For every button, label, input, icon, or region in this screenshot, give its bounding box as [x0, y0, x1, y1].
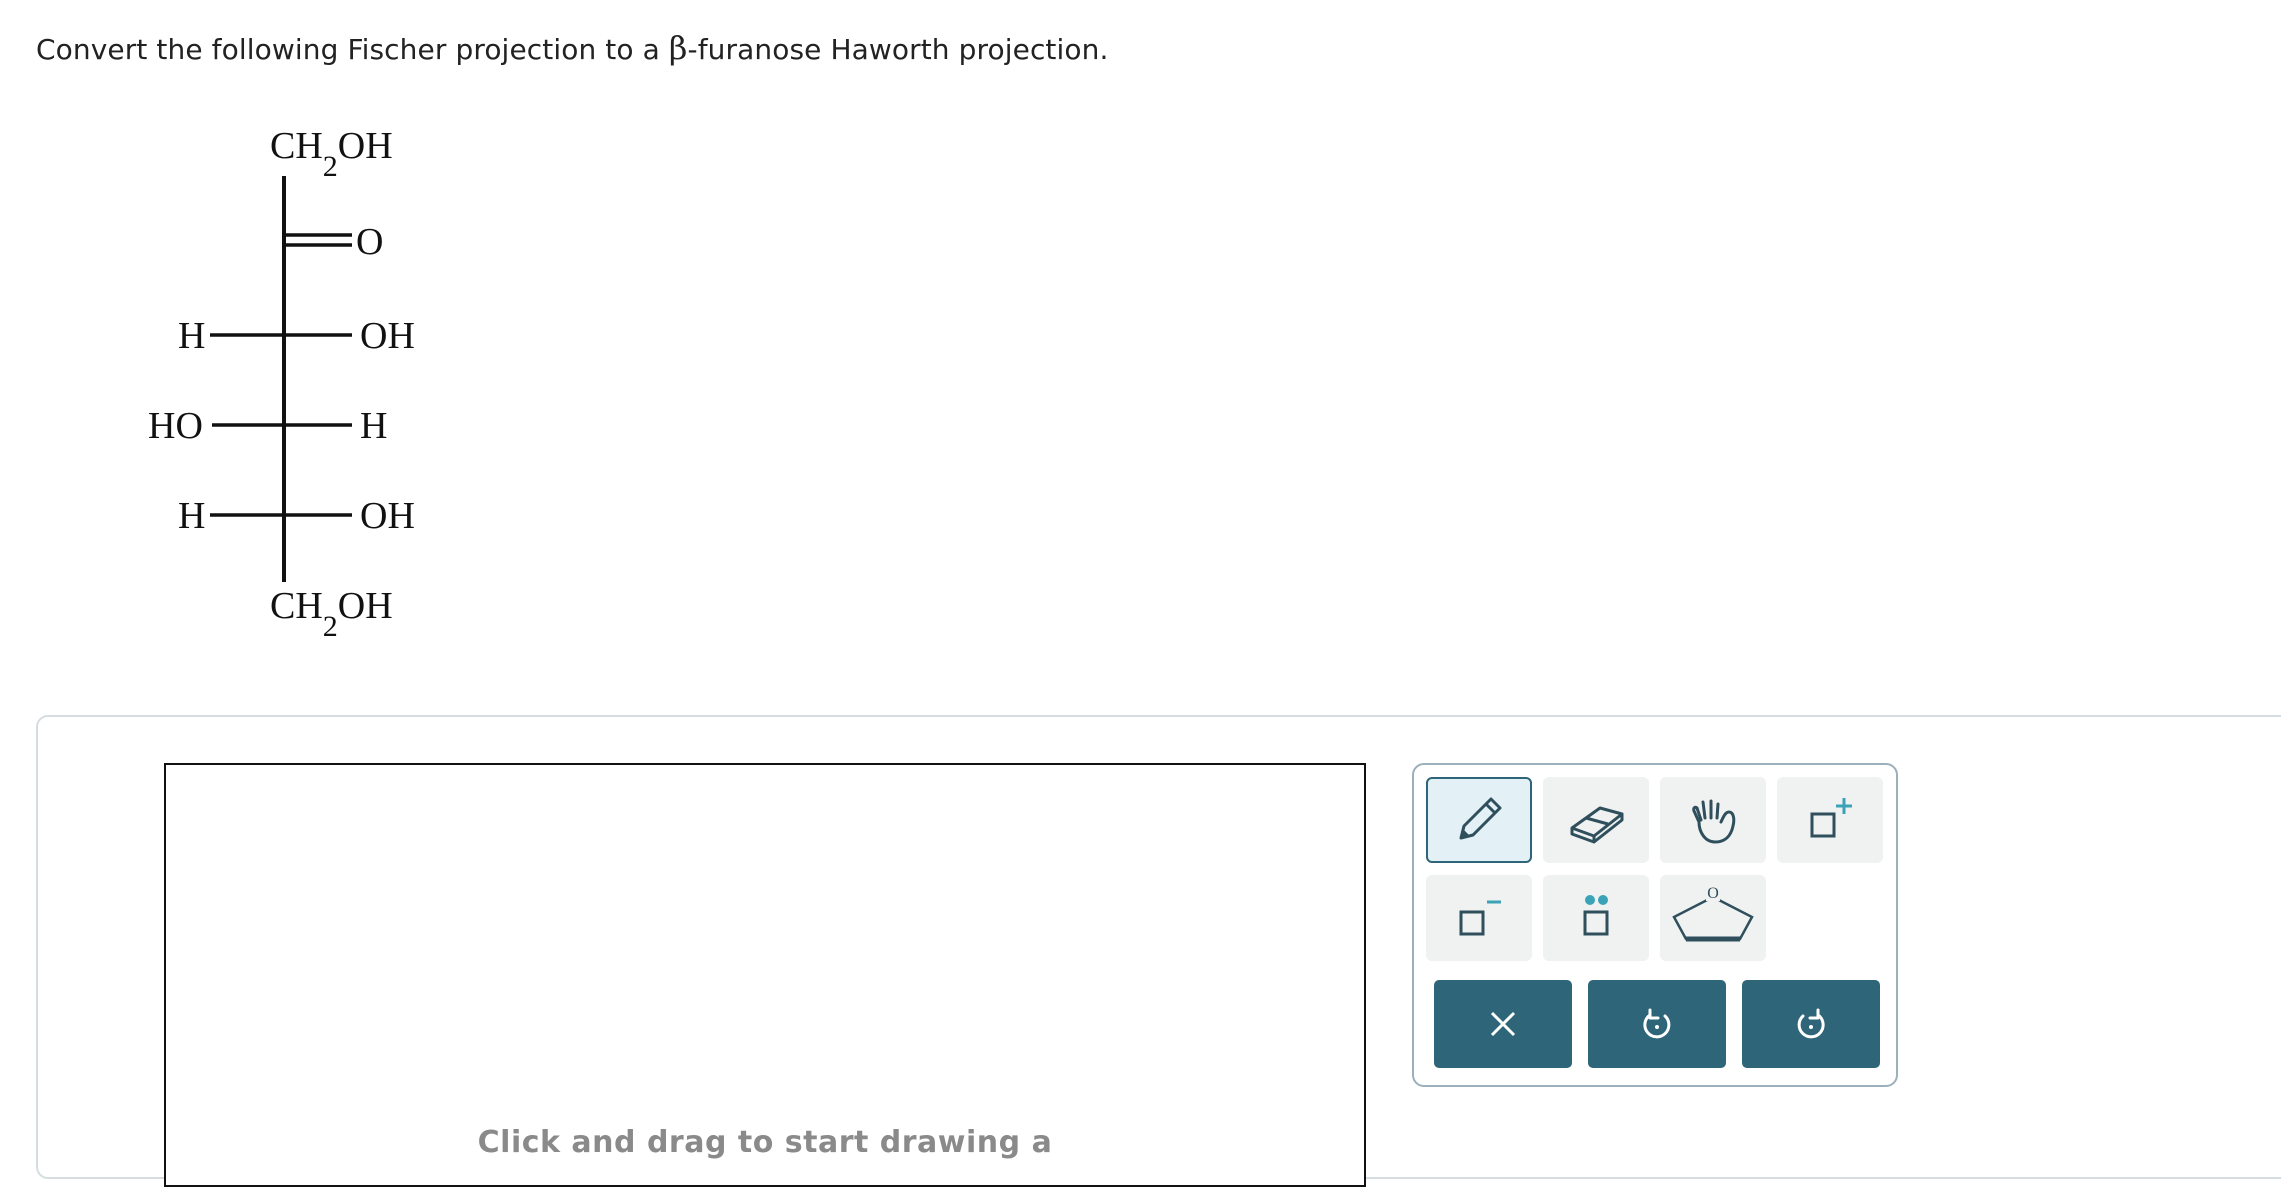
- question-prefix: Convert the following Fischer projection…: [36, 33, 669, 66]
- negative-charge-tool[interactable]: [1426, 875, 1532, 961]
- hand-icon: [1692, 799, 1736, 844]
- square-plus-icon: [1810, 798, 1852, 838]
- redo-button[interactable]: [1742, 980, 1880, 1068]
- drawing-canvas[interactable]: Click and drag to start drawing a: [164, 763, 1366, 1187]
- row1-right-label: OH: [360, 315, 415, 357]
- positive-charge-tool[interactable]: [1777, 777, 1883, 863]
- furanose-ring-tool[interactable]: O: [1660, 875, 1766, 961]
- row3-left-label: H: [178, 495, 205, 537]
- undo-button[interactable]: [1588, 980, 1726, 1068]
- undo-icon: [1643, 1008, 1671, 1039]
- canvas-hint: Click and drag to start drawing a: [477, 1125, 1053, 1160]
- fischer-diagram: CH2OH O H OH HO H H OH CH2OH: [148, 125, 415, 643]
- square-minus-icon: [1459, 900, 1501, 936]
- lone-pair-icon: [1583, 895, 1609, 936]
- bottom-group-label: CH2OH: [270, 585, 393, 643]
- hand-tool[interactable]: [1660, 777, 1766, 863]
- pencil-tool[interactable]: [1426, 777, 1532, 863]
- lone-pair-tool[interactable]: [1543, 875, 1649, 961]
- row2-left-label: HO: [148, 405, 203, 447]
- question-greek: β: [668, 29, 688, 67]
- clear-button[interactable]: [1434, 980, 1572, 1068]
- question-prompt: Convert the following Fischer projection…: [36, 28, 1108, 70]
- row3-right-label: OH: [360, 495, 415, 537]
- pentagon-ring-icon: O: [1672, 885, 1754, 942]
- carbonyl-o-label: O: [356, 221, 383, 263]
- ring-o-label: O: [1707, 885, 1719, 902]
- drawing-toolbar: O: [1412, 763, 1898, 1087]
- row2-right-label: H: [360, 405, 387, 447]
- eraser-tool[interactable]: [1543, 777, 1649, 863]
- eraser-icon: [1570, 806, 1624, 844]
- redo-icon: [1797, 1008, 1825, 1039]
- top-group-label: CH2OH: [270, 125, 393, 183]
- row1-left-label: H: [178, 315, 205, 357]
- question-suffix: -furanose Haworth projection.: [687, 33, 1109, 66]
- pencil-icon: [1459, 797, 1502, 840]
- fischer-projection: CH2OH O H OH HO H H OH CH2OH: [120, 110, 460, 670]
- close-icon: [1490, 1011, 1516, 1037]
